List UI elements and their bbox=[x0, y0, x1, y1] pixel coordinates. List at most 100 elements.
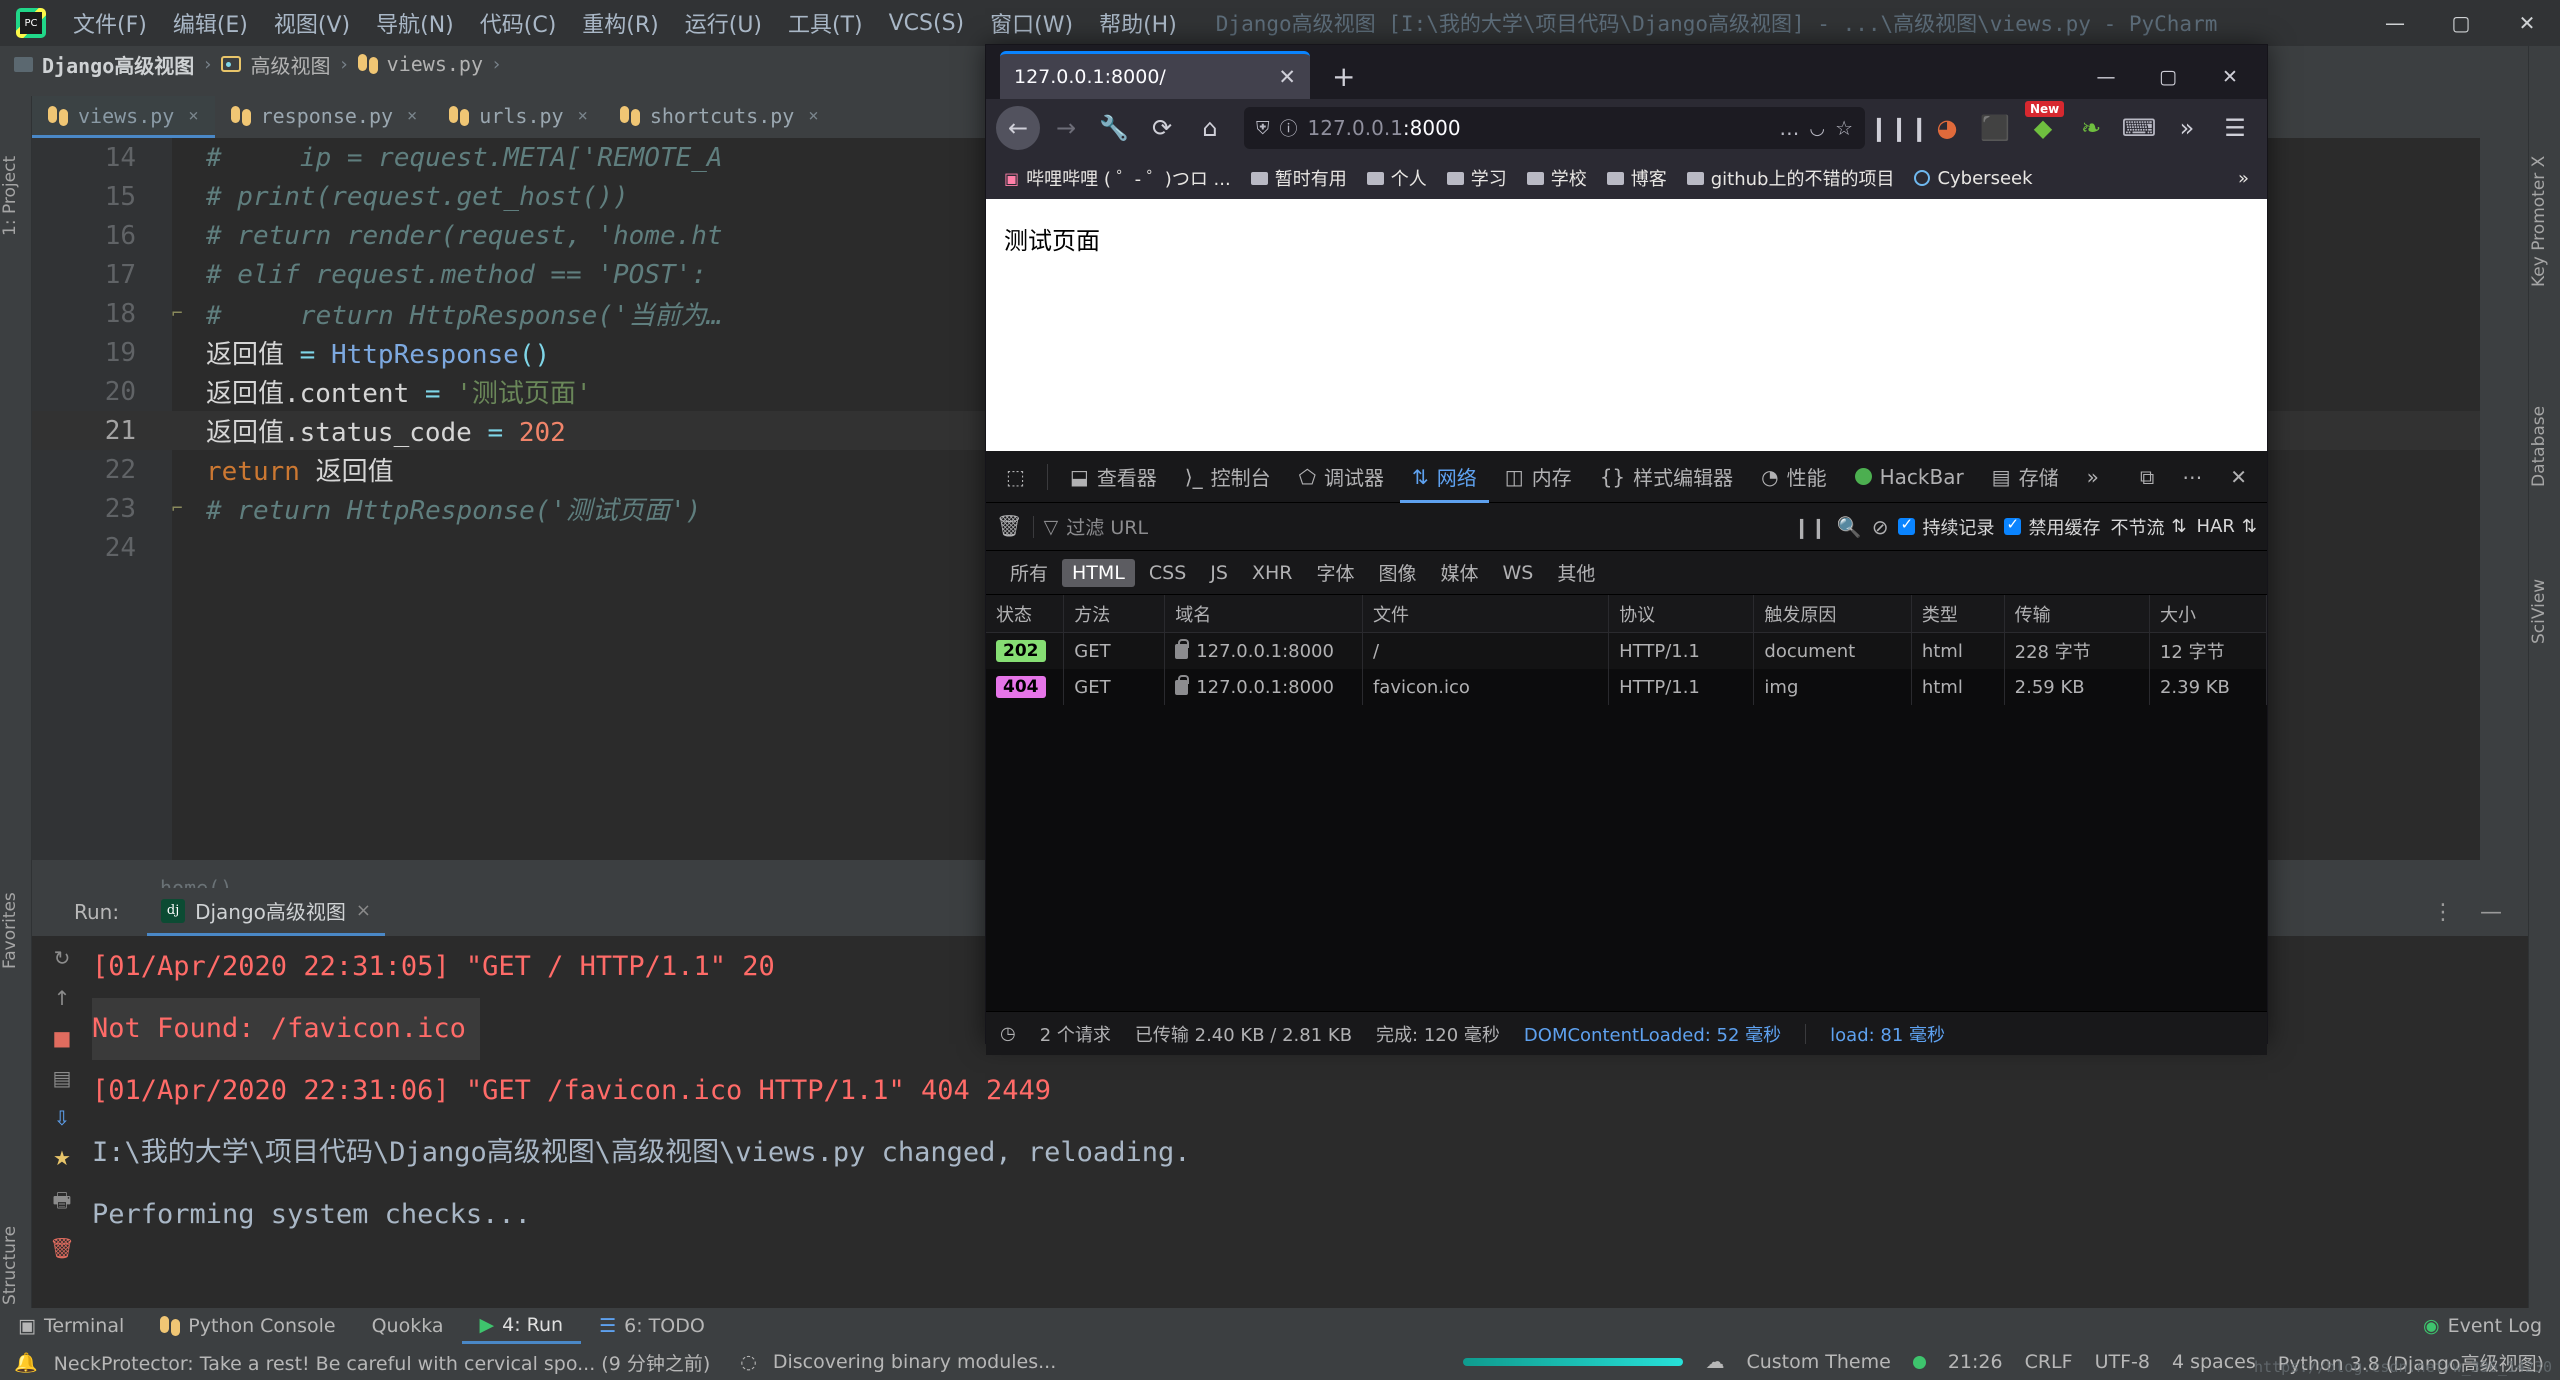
tab-style-editor[interactable]: {} 样式编辑器 bbox=[1588, 451, 1745, 503]
pause-icon[interactable]: ❙❙ bbox=[1793, 515, 1827, 539]
run-panel-minimize-icon[interactable]: — bbox=[2480, 900, 2502, 925]
browser-tab[interactable]: 127.0.0.1:8000/ ✕ bbox=[1000, 51, 1310, 99]
breadcrumb-item-file[interactable]: views.py bbox=[357, 52, 483, 76]
fold-marker-icon[interactable]: ⌐ bbox=[154, 498, 200, 519]
bottom-tab-terminal[interactable]: ▣ Terminal bbox=[0, 1315, 142, 1337]
responsive-design-icon[interactable]: ⧉ bbox=[2128, 451, 2166, 503]
new-addon-icon[interactable]: New ◆ bbox=[2021, 101, 2065, 150]
url-bar[interactable]: ⛨ ⓘ 127.0.0.1:8000 … ◡ ☆ bbox=[1244, 107, 1865, 149]
new-tab-button[interactable]: + bbox=[1332, 60, 1355, 93]
bookmark-folder-personal[interactable]: 个人 bbox=[1359, 162, 1435, 194]
menu-edit[interactable]: 编辑(E) bbox=[160, 7, 261, 39]
rerun-icon[interactable]: ↻ bbox=[54, 946, 71, 970]
sidebar-item-project[interactable]: 1: Project bbox=[0, 106, 32, 286]
column-protocol[interactable]: 协议 bbox=[1609, 595, 1755, 632]
print-icon[interactable]: 🖶 bbox=[53, 1186, 72, 1220]
column-file[interactable]: 文件 bbox=[1363, 595, 1610, 632]
chevrons-icon[interactable]: » bbox=[2165, 106, 2209, 150]
ide-maximize-button[interactable]: ▢ bbox=[2428, 0, 2494, 46]
back-icon[interactable]: ← bbox=[996, 106, 1040, 150]
fold-marker-icon[interactable]: ⌐ bbox=[154, 303, 200, 324]
menu-tools[interactable]: 工具(T) bbox=[775, 7, 876, 39]
close-icon[interactable]: × bbox=[188, 106, 198, 126]
close-icon[interactable]: × bbox=[407, 106, 417, 126]
type-filter-other[interactable]: 其他 bbox=[1547, 556, 1605, 589]
type-filter-font[interactable]: 字体 bbox=[1306, 556, 1364, 589]
type-filter-image[interactable]: 图像 bbox=[1368, 556, 1426, 589]
bottom-tab-quokka[interactable]: Quokka bbox=[354, 1315, 462, 1337]
bottom-tab-python-console[interactable]: Python Console bbox=[142, 1315, 353, 1337]
reload-icon[interactable]: ⟳ bbox=[1140, 106, 1184, 150]
info-icon[interactable]: ⓘ bbox=[1280, 115, 1298, 141]
persist-logs-checkbox[interactable]: 持续记录 bbox=[1898, 514, 1994, 540]
bookmark-bilibili[interactable]: ▣ 哔哩哔哩 ( ゜- ゜)つロ ... bbox=[996, 162, 1239, 194]
sidebar-item-sciview[interactable]: SciView bbox=[2529, 546, 2560, 676]
theme-label[interactable]: Custom Theme bbox=[1746, 1351, 1890, 1373]
bookmarks-overflow-button[interactable]: » bbox=[2230, 165, 2257, 192]
bookmark-cyberseek[interactable]: Cyberseek bbox=[1906, 165, 2040, 192]
favorite-icon[interactable]: ★ bbox=[53, 1146, 71, 1170]
column-method[interactable]: 方法 bbox=[1064, 595, 1166, 632]
star-icon[interactable]: ☆ bbox=[1835, 116, 1853, 140]
ide-minimize-button[interactable]: — bbox=[2362, 0, 2428, 46]
table-row[interactable]: 202 GET 127.0.0.1:8000/HTTP/1.1 document htm… bbox=[986, 633, 2267, 669]
column-cause[interactable]: 触发原因 bbox=[1754, 595, 1912, 632]
bookmark-folder-study[interactable]: 学习 bbox=[1439, 162, 1515, 194]
type-filter-ws[interactable]: WS bbox=[1493, 559, 1544, 587]
search-icon[interactable]: 🔍 bbox=[1837, 515, 1862, 539]
menu-navigate[interactable]: 导航(N) bbox=[363, 7, 467, 39]
run-panel-options-icon[interactable]: ⋮ bbox=[2432, 900, 2454, 925]
har-select[interactable]: HAR ⇅ bbox=[2197, 516, 2257, 537]
tab-network[interactable]: ⇅ 网络 bbox=[1400, 451, 1489, 503]
menu-run[interactable]: 运行(U) bbox=[672, 7, 775, 39]
bookmark-folder-temp[interactable]: 暂时有用 bbox=[1243, 162, 1355, 194]
soft-wrap-icon[interactable]: ▤ bbox=[53, 1066, 72, 1090]
bottom-tab-run[interactable]: ▶ 4: Run bbox=[461, 1308, 582, 1344]
column-size[interactable]: 大小 bbox=[2150, 595, 2267, 632]
element-picker-icon[interactable]: ⬚ bbox=[994, 451, 1037, 503]
close-icon[interactable]: ✕ bbox=[2218, 451, 2259, 503]
menu-file[interactable]: 文件(F) bbox=[60, 7, 160, 39]
scroll-to-end-icon[interactable]: ⇩ bbox=[54, 1106, 71, 1130]
bottom-tab-event-log[interactable]: ◉ Event Log bbox=[2405, 1315, 2560, 1337]
throttling-select[interactable]: 不节流 ⇅ bbox=[2110, 514, 2186, 540]
pocket-icon[interactable]: ◡ bbox=[1809, 118, 1825, 139]
menu-icon[interactable]: ☰ bbox=[2213, 106, 2257, 150]
firefox-maximize-button[interactable]: ▢ bbox=[2137, 55, 2199, 99]
type-filter-xhr[interactable]: XHR bbox=[1242, 559, 1303, 587]
line-separator[interactable]: CRLF bbox=[2025, 1351, 2073, 1373]
type-filter-all[interactable]: 所有 bbox=[1000, 556, 1058, 589]
home-icon[interactable]: ⌂ bbox=[1188, 106, 1232, 150]
type-filter-html[interactable]: HTML bbox=[1062, 558, 1135, 587]
column-type[interactable]: 类型 bbox=[1912, 595, 2005, 632]
forward-icon[interactable]: → bbox=[1044, 106, 1088, 150]
breadcrumb-item-folder[interactable]: 高级视图 bbox=[221, 50, 330, 79]
shield-icon[interactable]: ⛨ bbox=[1256, 118, 1270, 139]
column-status[interactable]: 状态 bbox=[986, 595, 1065, 632]
sidebar-item-key-promoter[interactable]: Key Promoter X bbox=[2529, 106, 2560, 336]
menu-help[interactable]: 帮助(H) bbox=[1086, 7, 1190, 39]
close-icon[interactable]: ✕ bbox=[1278, 65, 1296, 89]
leaf-icon[interactable]: ❧ bbox=[2069, 106, 2113, 150]
type-filter-css[interactable]: CSS bbox=[1139, 559, 1196, 587]
menu-vcs[interactable]: VCS(S) bbox=[876, 11, 978, 36]
tab-urls-py[interactable]: urls.py × bbox=[433, 96, 604, 138]
cloud-icon[interactable]: ☁ bbox=[1705, 1351, 1724, 1373]
tab-hackbar[interactable]: HackBar bbox=[1843, 451, 1976, 503]
tab-console[interactable]: ⟩_ 控制台 bbox=[1173, 451, 1283, 503]
type-filter-js[interactable]: JS bbox=[1200, 559, 1238, 587]
tab-inspector[interactable]: ⬓ 查看器 bbox=[1058, 451, 1169, 503]
tab-memory[interactable]: ◫ 内存 bbox=[1493, 451, 1584, 503]
meatball-menu-icon[interactable]: ⋯ bbox=[2170, 451, 2214, 503]
menu-view[interactable]: 视图(V) bbox=[261, 7, 363, 39]
firefox-minimize-button[interactable]: — bbox=[2075, 55, 2137, 99]
container-icon[interactable]: ◕ bbox=[1925, 106, 1969, 150]
ide-close-button[interactable]: ✕ bbox=[2494, 0, 2560, 46]
firefox-close-button[interactable]: ✕ bbox=[2199, 55, 2261, 99]
menu-refactor[interactable]: 重构(R) bbox=[569, 7, 671, 39]
indent-setting[interactable]: 4 spaces bbox=[2172, 1351, 2256, 1373]
encoding[interactable]: UTF-8 bbox=[2095, 1351, 2150, 1373]
sidebar-item-favorites[interactable]: Favorites bbox=[0, 836, 32, 1026]
tab-views-py[interactable]: views.py × bbox=[32, 96, 215, 138]
close-icon[interactable]: × bbox=[808, 106, 818, 126]
